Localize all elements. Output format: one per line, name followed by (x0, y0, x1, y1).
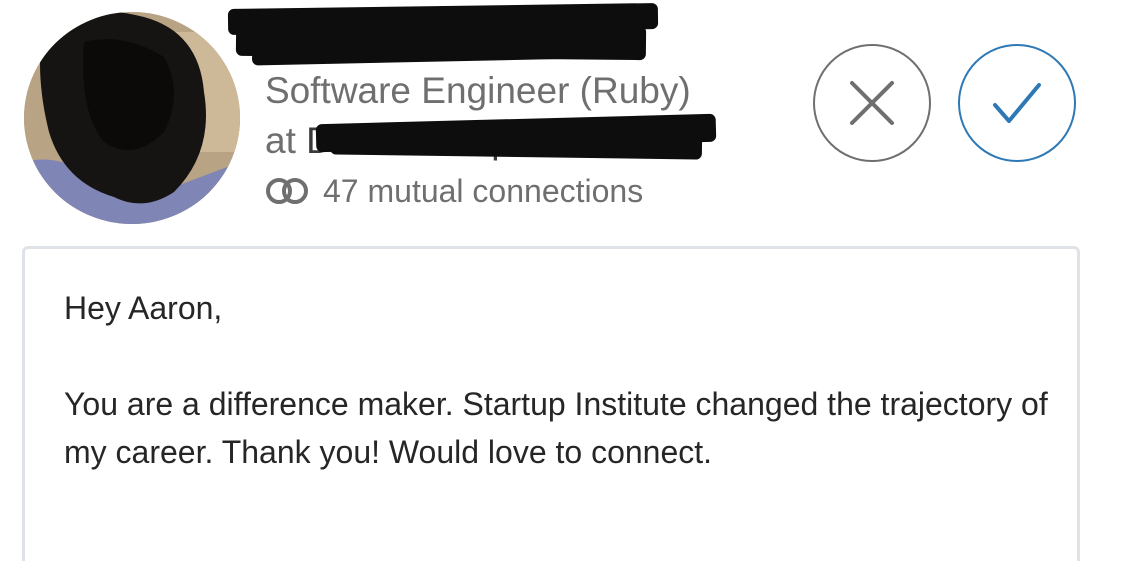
avatar[interactable] (24, 12, 240, 224)
headline-line-1: Software Engineer (Ruby) (265, 70, 691, 111)
message-body: You are a difference maker. Startup Inst… (64, 386, 1048, 470)
invitation-message-card: Hey Aaron, You are a difference maker. S… (22, 246, 1080, 561)
message-greeting: Hey Aaron, (64, 290, 223, 326)
accept-button[interactable] (958, 44, 1076, 162)
close-icon (850, 81, 894, 125)
decline-button[interactable] (813, 44, 931, 162)
headline-prefix: at (265, 120, 307, 161)
checkmark-icon (993, 83, 1041, 123)
mutual-connections[interactable]: 47 mutual connections (265, 170, 643, 212)
mutual-connections-icon (266, 178, 308, 204)
mutual-connections-count: 47 mutual connections (323, 172, 644, 209)
profile-photo (24, 12, 240, 224)
invitation-screen: Software Engineer (Ruby) at Deluxe Corpo… (0, 0, 1125, 561)
